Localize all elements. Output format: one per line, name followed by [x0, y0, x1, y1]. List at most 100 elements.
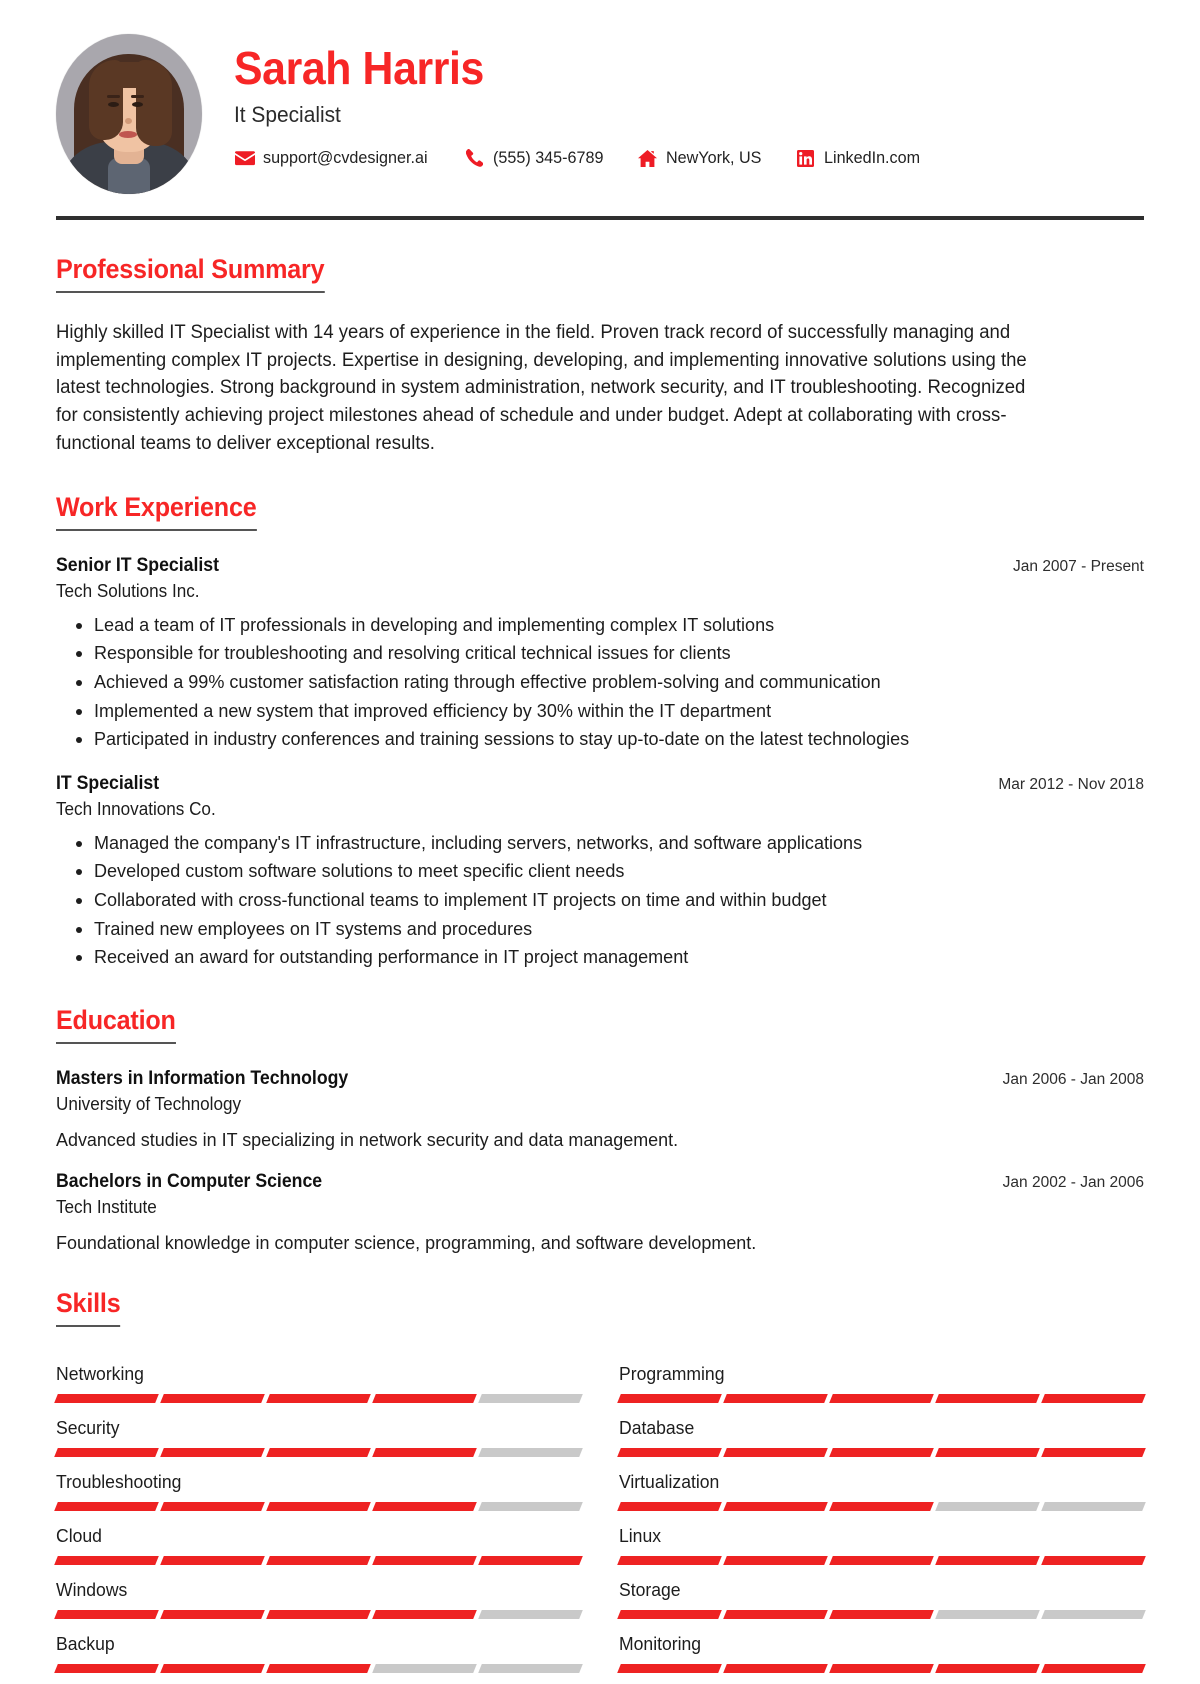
skill-level-segment	[160, 1663, 265, 1673]
home-icon	[637, 149, 658, 167]
skill-name: Monitoring	[619, 1632, 702, 1654]
section-professional-summary: Professional Summary Highly skilled IT S…	[56, 254, 1144, 458]
contact-email[interactable]: support@cvdesigner.ai	[234, 148, 436, 168]
section-work-experience: Work Experience Senior IT Specialist Jan…	[56, 492, 1144, 971]
list-item: Implemented a new system that improved e…	[94, 698, 1144, 725]
skill-level-segment	[723, 1609, 828, 1619]
skill-level-segment	[829, 1447, 934, 1457]
contact-location[interactable]: NewYork, US	[637, 148, 766, 168]
section-education: Education Masters in Information Technol…	[56, 1005, 1144, 1254]
skill-level-segment	[723, 1447, 828, 1457]
list-item: Trained new employees on IT systems and …	[94, 916, 1144, 943]
skill-level-segment	[478, 1393, 583, 1403]
skill-level-segment	[372, 1663, 477, 1673]
skill-level-segment	[1041, 1501, 1146, 1511]
skill-item: Cloud	[54, 1511, 583, 1565]
skill-name: Networking	[56, 1362, 144, 1384]
skill-level-segment	[54, 1447, 159, 1457]
skill-level-bar	[617, 1609, 1146, 1619]
skill-item: Storage	[617, 1565, 1146, 1619]
skill-item: Monitoring	[617, 1619, 1146, 1673]
skill-item: Linux	[617, 1511, 1146, 1565]
skill-name: Windows	[56, 1578, 128, 1600]
skill-level-segment	[372, 1393, 477, 1403]
skill-level-segment	[160, 1555, 265, 1565]
skill-level-segment	[54, 1555, 159, 1565]
work-entry-bullets: Lead a team of IT professionals in devel…	[56, 612, 1144, 753]
skill-level-segment	[829, 1555, 934, 1565]
skill-level-segment	[1041, 1555, 1146, 1565]
skill-level-segment	[478, 1447, 583, 1457]
skill-level-segment	[266, 1609, 371, 1619]
work-entry-head: Senior IT Specialist Jan 2007 - Present	[56, 555, 1144, 577]
section-title-skills: Skills	[56, 1288, 121, 1327]
portrait-brow-right	[131, 95, 144, 98]
skill-item: Troubleshooting	[54, 1457, 583, 1511]
skill-level-segment	[1041, 1663, 1146, 1673]
skill-name: Security	[56, 1416, 120, 1438]
portrait-lips	[119, 131, 137, 138]
skill-level-segment	[829, 1663, 934, 1673]
skill-level-segment	[160, 1447, 265, 1457]
skill-level-segment	[54, 1393, 159, 1403]
skill-name: Storage	[619, 1578, 681, 1600]
list-item: Managed the company's IT infrastructure,…	[94, 830, 1144, 857]
skill-level-segment	[617, 1555, 722, 1565]
phone-icon	[464, 149, 485, 168]
work-entry-organization: Tech Solutions Inc.	[56, 580, 200, 601]
skill-level-segment	[266, 1663, 371, 1673]
skill-level-segment	[935, 1555, 1040, 1565]
skill-level-segment	[617, 1447, 722, 1457]
work-entry-head: IT Specialist Mar 2012 - Nov 2018	[56, 773, 1144, 795]
contact-linkedin[interactable]: LinkedIn.com	[795, 148, 925, 168]
education-entry-organization: Tech Institute	[56, 1196, 157, 1217]
skill-level-segment	[478, 1663, 583, 1673]
skill-level-segment	[478, 1609, 583, 1619]
header-info: Sarah Harris It Specialist support@cvdes…	[204, 30, 1144, 168]
skill-item: Windows	[54, 1565, 583, 1619]
skill-item: Backup	[54, 1619, 583, 1673]
envelope-icon	[234, 149, 255, 167]
skill-item: Database	[617, 1403, 1146, 1457]
skill-level-bar	[617, 1555, 1146, 1565]
section-title-work: Work Experience	[56, 492, 257, 531]
skill-level-segment	[160, 1609, 265, 1619]
skill-level-segment	[1041, 1393, 1146, 1403]
skill-level-segment	[54, 1501, 159, 1511]
contact-list: support@cvdesigner.ai (555) 345-6789 New…	[234, 148, 1144, 168]
education-entry-title: Masters in Information Technology	[56, 1067, 349, 1089]
skill-level-segment	[723, 1663, 828, 1673]
skill-level-bar	[54, 1393, 583, 1403]
skill-name: Virtualization	[619, 1470, 720, 1492]
skill-level-segment	[935, 1609, 1040, 1619]
skill-level-segment	[266, 1555, 371, 1565]
work-entry-date: Jan 2007 - Present	[1013, 557, 1144, 575]
skill-level-segment	[617, 1501, 722, 1511]
avatar-container	[56, 30, 204, 194]
skill-name: Database	[619, 1416, 695, 1438]
skill-item: Programming	[617, 1349, 1146, 1403]
contact-phone[interactable]: (555) 345-6789	[464, 148, 609, 168]
skill-name: Backup	[56, 1632, 115, 1654]
skill-level-segment	[829, 1501, 934, 1511]
portrait-eye-left	[108, 102, 119, 107]
skill-name: Linux	[619, 1524, 662, 1546]
section-skills: Skills Networking Programming Security Data…	[54, 1288, 1146, 1673]
education-entry-head: Bachelors in Computer Science Jan 2002 -…	[56, 1171, 1144, 1193]
resume-header: Sarah Harris It Specialist support@cvdes…	[56, 30, 1144, 216]
education-entry: Bachelors in Computer Science Jan 2002 -…	[56, 1171, 1144, 1254]
contact-linkedin-text: LinkedIn.com	[823, 148, 920, 168]
skill-level-segment	[266, 1447, 371, 1457]
skill-level-bar	[54, 1609, 583, 1619]
skill-item: Virtualization	[617, 1457, 1146, 1511]
skill-level-segment	[617, 1393, 722, 1403]
skill-level-segment	[829, 1609, 934, 1619]
education-entry-description: Foundational knowledge in computer scien…	[56, 1231, 757, 1253]
skill-level-segment	[372, 1501, 477, 1511]
linkedin-icon	[795, 149, 816, 167]
skill-name: Cloud	[56, 1524, 102, 1546]
skill-level-segment	[1041, 1609, 1146, 1619]
work-entry-date: Mar 2012 - Nov 2018	[998, 775, 1144, 793]
work-entry-bullets: Managed the company's IT infrastructure,…	[56, 830, 1144, 971]
skill-level-bar	[54, 1501, 583, 1511]
